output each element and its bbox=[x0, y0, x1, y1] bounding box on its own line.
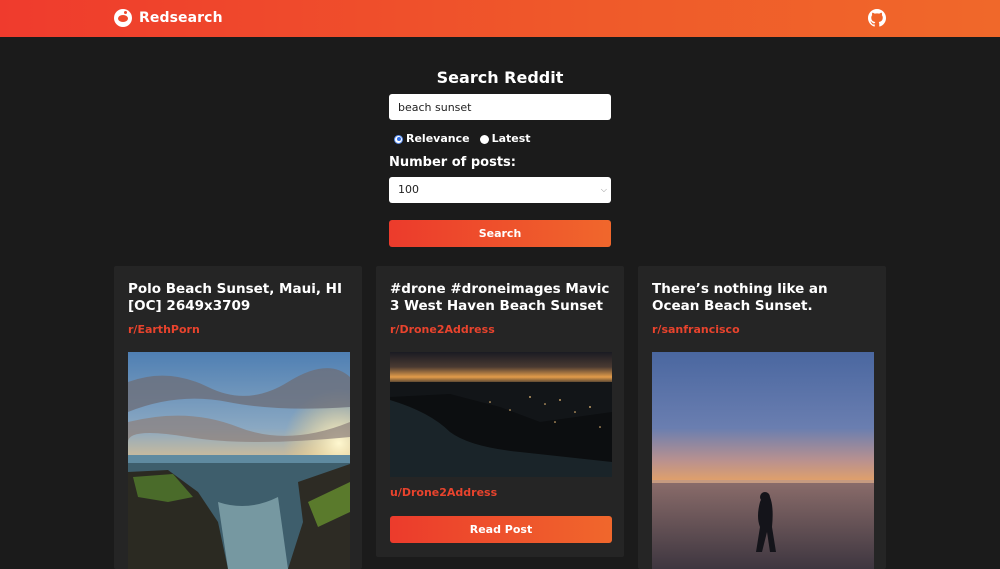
top-navbar: Redsearch bbox=[0, 0, 1000, 37]
app-name: Redsearch bbox=[139, 10, 223, 26]
relevance-radio[interactable] bbox=[394, 134, 403, 144]
latest-label[interactable]: Latest bbox=[492, 132, 531, 146]
num-posts-value: 100 bbox=[398, 183, 419, 196]
github-icon[interactable] bbox=[868, 9, 886, 27]
post-card: There’s nothing like an Ocean Beach Suns… bbox=[638, 266, 886, 569]
post-title[interactable]: There’s nothing like an Ocean Beach Suns… bbox=[652, 281, 877, 315]
post-image[interactable] bbox=[390, 352, 612, 477]
sort-options: Relevance Latest bbox=[394, 132, 541, 146]
search-input[interactable] bbox=[389, 94, 611, 120]
num-posts-label: Number of posts: bbox=[389, 155, 516, 170]
post-subreddit[interactable]: r/Drone2Address bbox=[390, 323, 495, 337]
relevance-label[interactable]: Relevance bbox=[406, 132, 470, 146]
post-subreddit[interactable]: r/sanfrancisco bbox=[652, 323, 740, 337]
post-image[interactable] bbox=[128, 352, 350, 569]
post-title[interactable]: #drone #droneimages Mavic 3 West Haven B… bbox=[390, 281, 615, 315]
search-title: Search Reddit bbox=[436, 68, 564, 87]
search-button[interactable]: Search bbox=[389, 220, 611, 247]
brand-link[interactable]: Redsearch bbox=[114, 9, 223, 27]
latest-radio[interactable] bbox=[479, 134, 489, 144]
post-subreddit[interactable]: r/EarthPorn bbox=[128, 323, 200, 337]
post-card: #drone #droneimages Mavic 3 West Haven B… bbox=[376, 266, 624, 557]
post-image[interactable] bbox=[652, 352, 874, 569]
post-author[interactable]: u/Drone2Address bbox=[390, 486, 497, 500]
chevron-down-icon: ⌵ bbox=[600, 185, 607, 194]
reddit-icon bbox=[114, 9, 132, 27]
post-title[interactable]: Polo Beach Sunset, Maui, HI [OC] 2649x37… bbox=[128, 281, 353, 315]
num-posts-select[interactable]: 100 ⌵ bbox=[389, 177, 611, 203]
read-post-button[interactable]: Read Post bbox=[390, 516, 612, 543]
post-card: Polo Beach Sunset, Maui, HI [OC] 2649x37… bbox=[114, 266, 362, 569]
